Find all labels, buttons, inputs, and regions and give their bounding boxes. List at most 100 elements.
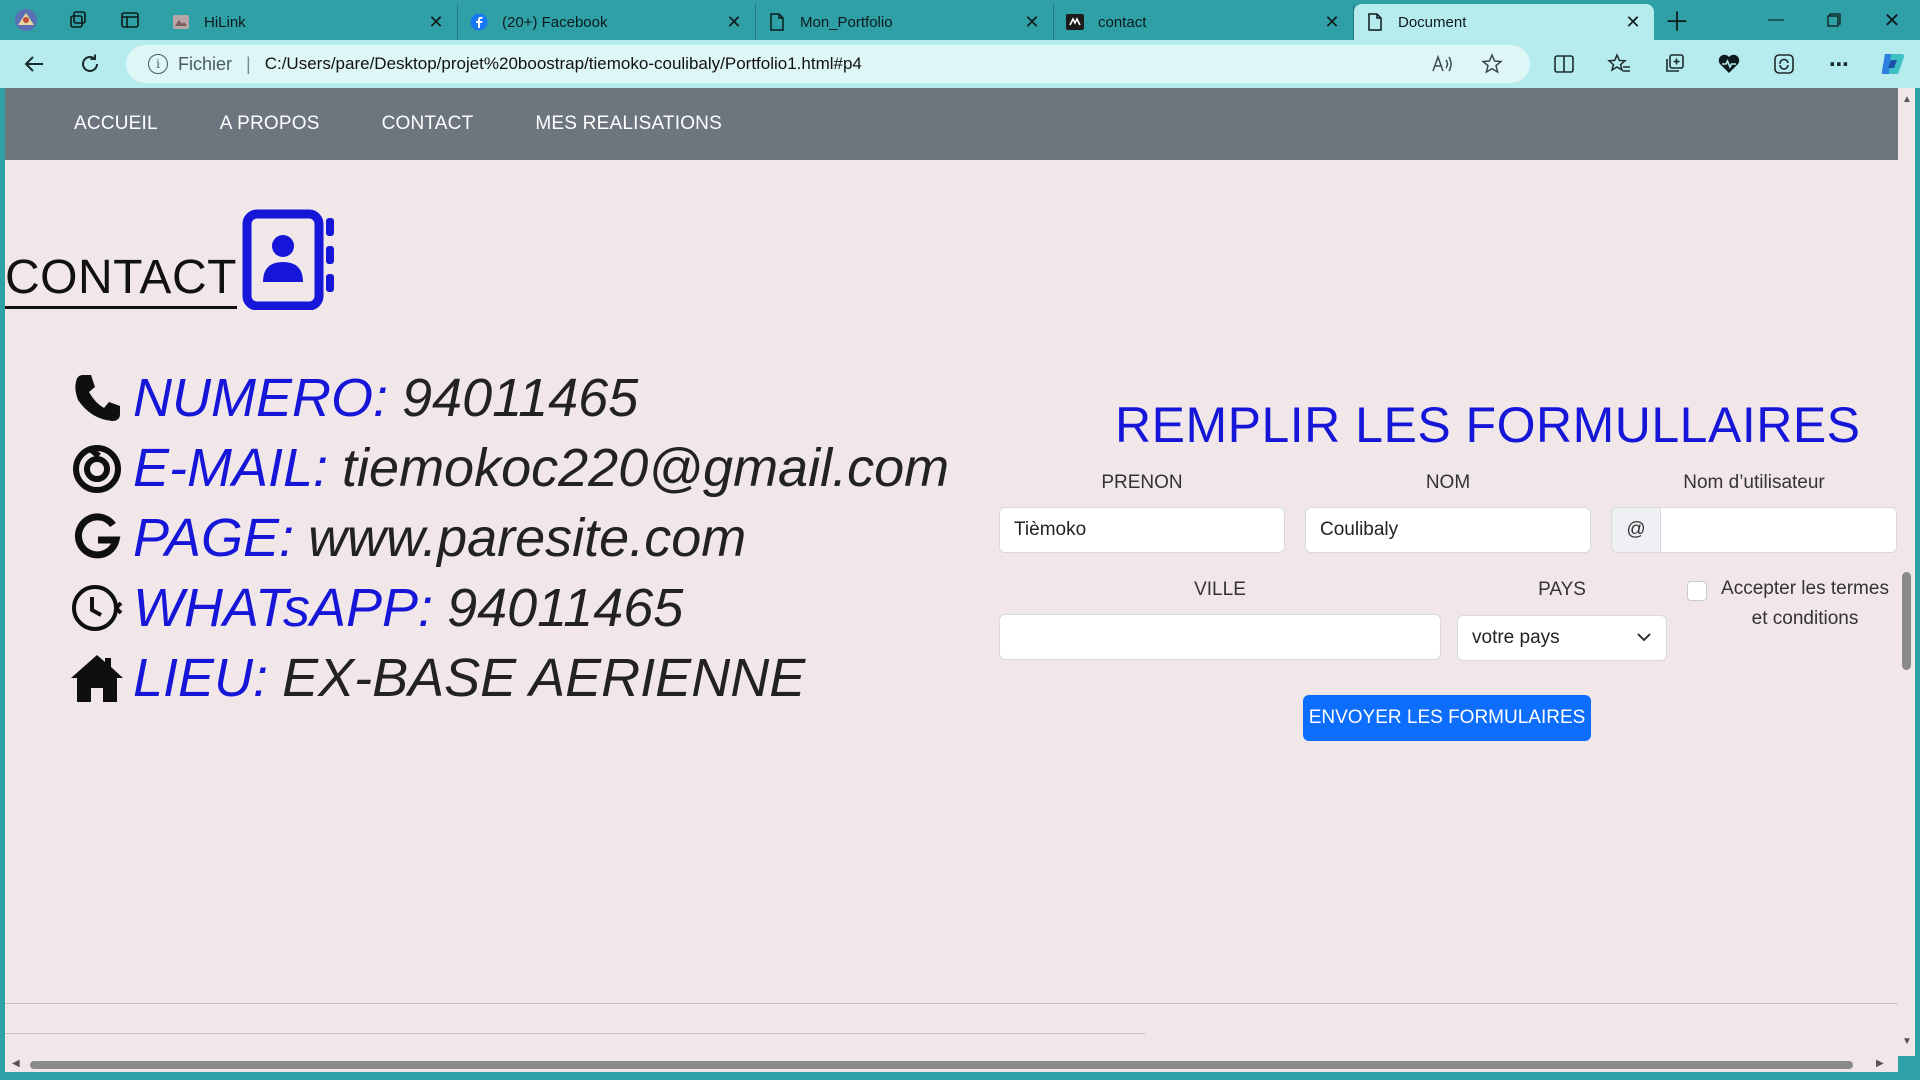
lieu-label: LIEU: xyxy=(133,648,269,708)
page-divider xyxy=(5,1033,1145,1034)
home-icon xyxy=(69,650,125,706)
scroll-up-arrow-icon[interactable]: ▲ xyxy=(1902,94,1912,105)
email-label: E-MAIL: xyxy=(133,438,329,498)
browser-toolbar: i Fichier | C:/Users/pare/Desktop/projet… xyxy=(0,40,1920,88)
terms-checkbox[interactable] xyxy=(1687,581,1707,601)
lieu-value: EX-BASE AERIENNE xyxy=(282,648,806,708)
favorite-star-icon[interactable] xyxy=(1480,52,1504,76)
favorites-icon[interactable] xyxy=(1603,48,1635,80)
site-navbar: ACCUEIL A PROPOS CONTACT MES REALISATION… xyxy=(5,88,1898,160)
scroll-down-arrow-icon[interactable]: ▼ xyxy=(1902,1036,1912,1047)
window-bottom-border xyxy=(0,1072,1920,1080)
profile-avatar-icon[interactable] xyxy=(12,6,40,34)
tab-hilink[interactable]: HiLink ✕ xyxy=(160,4,458,40)
tab-title: HiLink xyxy=(204,13,246,31)
nav-accueil[interactable]: ACCUEIL xyxy=(74,113,158,135)
terms-label[interactable]: Accepter les termes et conditions xyxy=(1713,574,1897,634)
close-tab-icon[interactable]: ✕ xyxy=(725,12,743,32)
nom-input[interactable]: Coulibaly xyxy=(1305,507,1591,553)
tab-title: (20+) Facebook xyxy=(502,13,608,31)
contact-info-list: NUMERO: 94011465 E-MAIL: tiemokoc220@gma… xyxy=(69,363,949,713)
contact-heading-block: CONTACT xyxy=(5,208,337,311)
close-tab-icon[interactable]: ✕ xyxy=(1624,12,1642,32)
numero-value: 94011465 xyxy=(402,368,639,428)
sync-extension-icon[interactable] xyxy=(1768,48,1800,80)
pays-selected-value: votre pays xyxy=(1472,627,1560,648)
contact-row-numero: NUMERO: 94011465 xyxy=(69,363,949,433)
page-divider xyxy=(5,1003,1898,1004)
address-separator: | xyxy=(246,53,251,74)
workspaces-icon[interactable] xyxy=(64,6,92,34)
username-at-addon: @ xyxy=(1611,507,1661,553)
url-text[interactable]: C:/Users/pare/Desktop/projet%20boostrap/… xyxy=(265,54,1430,74)
page-icon xyxy=(1366,13,1384,31)
prenom-value: Tièmoko xyxy=(1014,519,1087,540)
username-label: Nom d’utilisateur xyxy=(1683,472,1825,493)
chevron-down-icon xyxy=(1636,629,1652,651)
close-tab-icon[interactable]: ✕ xyxy=(1323,12,1341,32)
contact-heading: CONTACT xyxy=(5,254,237,309)
scroll-right-arrow-icon[interactable]: ▶ xyxy=(1876,1058,1884,1069)
page-value: www.paresite.com xyxy=(308,508,747,568)
tab-title: Document xyxy=(1398,13,1467,31)
restore-icon[interactable] xyxy=(1806,0,1862,40)
copilot-icon[interactable] xyxy=(1877,48,1909,80)
close-tab-icon[interactable]: ✕ xyxy=(1023,12,1041,32)
nav-mes-realisations[interactable]: MES REALISATIONS xyxy=(535,113,722,135)
contact-icon xyxy=(1066,13,1084,31)
back-icon[interactable] xyxy=(18,48,50,80)
pays-label: PAYS xyxy=(1538,579,1586,600)
nom-label: NOM xyxy=(1425,472,1471,493)
phone-icon xyxy=(69,370,125,426)
tab-mon-portfolio[interactable]: Mon_Portfolio ✕ xyxy=(756,4,1054,40)
page-label: PAGE: xyxy=(133,508,295,568)
tab-contact[interactable]: contact ✕ xyxy=(1054,4,1354,40)
email-icon xyxy=(69,440,125,496)
page-icon xyxy=(768,13,786,31)
close-window-icon[interactable]: ✕ xyxy=(1864,0,1920,40)
whatsapp-label: WHATsAPP: xyxy=(133,578,434,638)
contact-row-email: E-MAIL: tiemokoc220@gmail.com xyxy=(69,433,949,503)
tab-title: contact xyxy=(1098,13,1147,31)
email-value: tiemokoc220@gmail.com xyxy=(342,438,950,498)
close-tab-icon[interactable]: ✕ xyxy=(427,12,445,32)
scroll-left-arrow-icon[interactable]: ◀ xyxy=(12,1058,20,1069)
google-icon xyxy=(69,510,125,566)
split-screen-icon[interactable] xyxy=(1548,48,1580,80)
more-options-icon[interactable]: ⋯ xyxy=(1823,48,1855,80)
address-book-icon xyxy=(241,208,337,315)
nav-a-propos[interactable]: A PROPOS xyxy=(220,113,320,135)
prenom-input[interactable]: Tièmoko xyxy=(999,507,1285,553)
collections-icon[interactable] xyxy=(1658,48,1690,80)
whatsapp-icon xyxy=(69,580,125,636)
nom-value: Coulibaly xyxy=(1320,519,1399,540)
scheme-label: Fichier xyxy=(178,53,233,74)
vertical-scroll-thumb[interactable] xyxy=(1902,572,1911,670)
address-bar[interactable]: i Fichier | C:/Users/pare/Desktop/projet… xyxy=(126,45,1530,83)
tab-actions-icon[interactable] xyxy=(116,6,144,34)
ville-input[interactable] xyxy=(999,614,1441,660)
new-tab-icon[interactable]: ＋ xyxy=(1663,6,1691,37)
site-info-icon[interactable]: i xyxy=(148,54,168,74)
contact-row-whatsapp: WHATsAPP: 94011465 xyxy=(69,573,949,643)
whatsapp-value: 94011465 xyxy=(447,578,684,638)
tab-title: Mon_Portfolio xyxy=(800,13,893,31)
tab-facebook[interactable]: (20+) Facebook ✕ xyxy=(458,4,756,40)
read-aloud-icon[interactable] xyxy=(1430,52,1454,76)
nav-contact[interactable]: CONTACT xyxy=(382,113,474,135)
numero-label: NUMERO: xyxy=(133,368,388,428)
contact-row-page: PAGE: www.paresite.com xyxy=(69,503,949,573)
browser-tab-strip: HiLink ✕ (20+) Facebook ✕ Mon_Portfolio … xyxy=(0,0,1920,40)
browser-essentials-icon[interactable] xyxy=(1713,48,1745,80)
tab-document[interactable]: Document ✕ xyxy=(1354,4,1654,40)
username-input[interactable] xyxy=(1660,507,1897,553)
submit-form-button[interactable]: ENVOYER LES FORMULAIRES xyxy=(1303,695,1591,741)
horizontal-scroll-thumb[interactable] xyxy=(30,1061,1853,1069)
minimize-icon[interactable]: — xyxy=(1748,0,1804,40)
pays-select[interactable]: votre pays xyxy=(1457,615,1667,661)
contact-row-lieu: LIEU: EX-BASE AERIENNE xyxy=(69,643,949,713)
refresh-icon[interactable] xyxy=(74,48,106,80)
form-title: REMPLIR LES FORMULLAIRES xyxy=(1115,397,1861,453)
prenom-label: PRENON xyxy=(1101,472,1183,493)
facebook-icon xyxy=(470,13,488,31)
